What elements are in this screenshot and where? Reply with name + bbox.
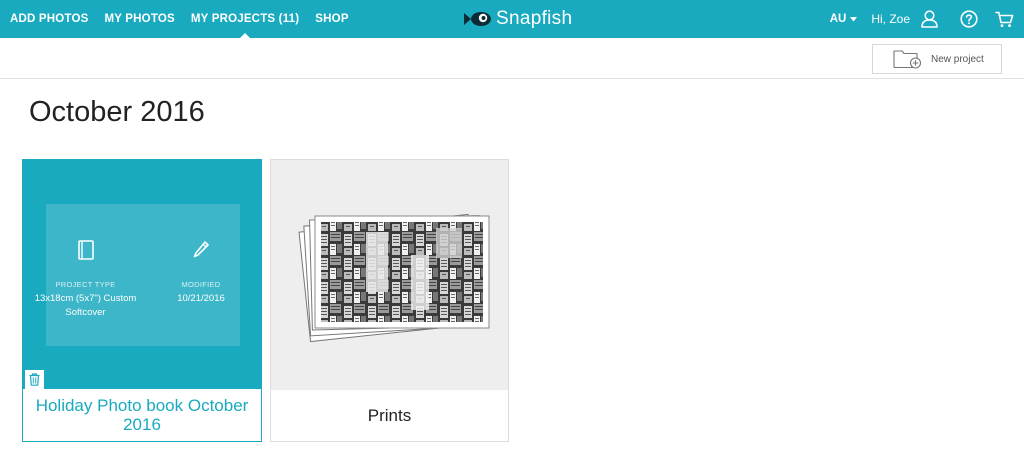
prints-stack-image: [298, 213, 490, 343]
project-type-label: PROJECT TYPE: [55, 280, 116, 289]
prints-name-footer: Prints: [271, 390, 508, 441]
project-type-block: PROJECT TYPE 13x18cm (5x7") Custom Softc…: [23, 240, 148, 320]
cart-button[interactable]: [994, 9, 1014, 29]
folder-add-icon: [893, 50, 922, 69]
project-name-prints[interactable]: Prints: [368, 406, 411, 426]
trash-icon: [29, 373, 40, 386]
user-greeting: Hi, Zoe: [871, 12, 910, 26]
nav-my-projects[interactable]: MY PROJECTS (11): [191, 13, 299, 38]
nav-shop[interactable]: SHOP: [315, 13, 348, 25]
pencil-icon: [193, 241, 209, 258]
country-label: AU: [829, 13, 847, 25]
project-name[interactable]: Holiday Photo book October 2016: [23, 396, 261, 434]
project-card-photobook[interactable]: PROJECT TYPE 13x18cm (5x7") Custom Softc…: [22, 159, 262, 442]
new-project-label: New project: [931, 53, 984, 65]
user-icon: [920, 10, 938, 28]
account-button[interactable]: [919, 9, 939, 29]
project-type-value: 13x18cm (5x7") Custom Softcover: [34, 293, 137, 318]
country-selector[interactable]: AU: [830, 13, 858, 25]
nav-add-photos[interactable]: ADD PHOTOS: [10, 13, 88, 25]
modified-block: MODIFIED 10/21/2016: [154, 240, 248, 306]
toolbar: [0, 38, 1024, 79]
project-name-footer: Holiday Photo book October 2016: [23, 389, 261, 441]
help-icon: [960, 10, 978, 28]
modified-value: 10/21/2016: [177, 293, 225, 304]
delete-project-button[interactable]: [25, 370, 44, 389]
modified-label: MODIFIED: [181, 280, 221, 289]
chevron-down-icon: [850, 16, 858, 21]
help-button[interactable]: [959, 9, 979, 29]
page-title: October 2016: [29, 96, 205, 128]
logo-text: Snapfish: [496, 8, 573, 29]
prints-thumbnail: [271, 160, 508, 390]
book-icon: [77, 240, 94, 260]
nav-right: AU Hi, Zoe: [830, 0, 1014, 38]
fish-logo-icon: [464, 12, 491, 26]
snapfish-logo[interactable]: Snapfish: [462, 6, 572, 32]
nav-links: ADD PHOTOS MY PHOTOS MY PROJECTS (11) SH…: [10, 0, 349, 38]
project-card-prints[interactable]: Prints: [270, 159, 509, 442]
cart-icon: [994, 11, 1013, 27]
nav-my-photos[interactable]: MY PHOTOS: [104, 13, 174, 25]
new-project-button[interactable]: New project: [872, 44, 1002, 74]
top-nav: ADD PHOTOS MY PHOTOS MY PROJECTS (11) SH…: [0, 0, 1024, 38]
project-details-panel: PROJECT TYPE 13x18cm (5x7") Custom Softc…: [35, 204, 240, 346]
